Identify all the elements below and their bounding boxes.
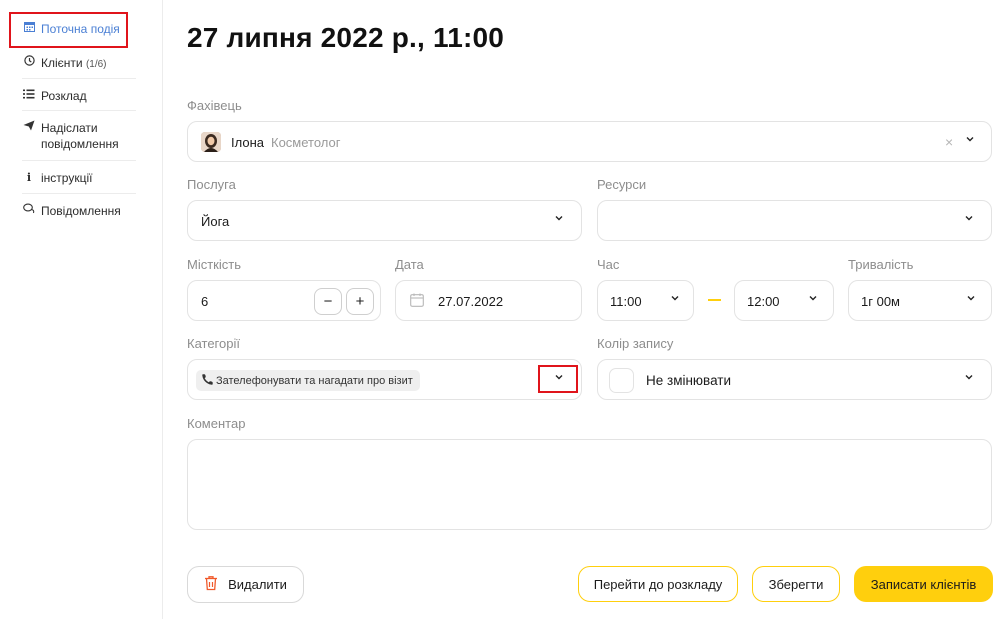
duration-select[interactable]: 1г 00м xyxy=(848,280,992,321)
go-to-schedule-button[interactable]: Перейти до розкладу xyxy=(578,566,738,602)
clients-count: (1/6) xyxy=(85,59,107,70)
sidebar-item-instructions[interactable]: i інструкції xyxy=(22,170,136,186)
capacity-value[interactable]: 6 xyxy=(201,294,208,309)
category-tag[interactable]: Зателефонувати та нагадати про візит xyxy=(196,370,420,391)
date-field[interactable]: 27.07.2022 xyxy=(395,280,582,321)
sidebar: Поточна подія Клієнти (1/6) Розклад Наді… xyxy=(0,0,163,619)
color-swatch xyxy=(609,368,634,393)
chevron-down-icon[interactable] xyxy=(554,213,564,223)
comment-textarea[interactable] xyxy=(187,439,992,530)
specialist-name: Ілона xyxy=(231,135,264,150)
date-label: Дата xyxy=(395,257,424,272)
sidebar-item-label: Клієнти (1/6) xyxy=(41,56,107,70)
sidebar-item-label: Розклад xyxy=(41,89,87,103)
chevron-down-icon[interactable] xyxy=(965,134,975,144)
divider xyxy=(22,78,136,79)
time-end-value: 12:00 xyxy=(747,294,780,309)
categories-select[interactable]: Зателефонувати та нагадати про візит xyxy=(187,359,582,400)
record-clients-label: Записати клієнтів xyxy=(870,576,977,592)
chevron-down-icon[interactable] xyxy=(670,293,680,303)
plus-button[interactable]: + xyxy=(346,288,374,315)
category-tag-label: Зателефонувати та нагадати про візит xyxy=(216,374,413,387)
divider xyxy=(22,160,136,161)
color-select[interactable]: Не змінювати xyxy=(597,359,992,400)
highlight-box xyxy=(538,365,578,393)
specialist-role: Косметолог xyxy=(271,135,341,150)
chevron-down-icon[interactable] xyxy=(964,372,974,382)
sidebar-item-label: інструкції xyxy=(41,171,93,185)
categories-label: Категорії xyxy=(187,336,240,351)
chevron-down-icon[interactable] xyxy=(966,293,976,303)
trash-icon xyxy=(204,575,218,594)
send-icon xyxy=(22,120,36,136)
highlight-box xyxy=(9,12,128,48)
specialist-label: Фахівець xyxy=(187,98,242,113)
time-range-dash xyxy=(708,299,721,301)
chevron-down-icon[interactable] xyxy=(808,293,818,303)
list-icon xyxy=(22,88,36,104)
date-value: 27.07.2022 xyxy=(438,294,504,309)
delete-label: Видалити xyxy=(228,577,287,592)
service-label: Послуга xyxy=(187,177,236,192)
sidebar-item-clients[interactable]: Клієнти (1/6) xyxy=(22,55,136,73)
record-clients-button[interactable]: Записати клієнтів xyxy=(854,566,993,602)
avatar xyxy=(201,132,221,152)
calendar-icon xyxy=(410,293,424,310)
resources-label: Ресурси xyxy=(597,177,647,192)
time-start-value: 11:00 xyxy=(610,294,642,309)
service-value: Йога xyxy=(201,214,230,229)
sidebar-item-label: Повідомлення xyxy=(41,204,121,218)
save-button[interactable]: Зберегти xyxy=(752,566,840,602)
color-value: Не змінювати xyxy=(646,373,732,388)
time-end-select[interactable]: 12:00 xyxy=(734,280,834,321)
divider xyxy=(22,193,136,194)
specialist-select[interactable]: Ілона Косметолог × xyxy=(187,121,992,162)
capacity-stepper: 6 − + xyxy=(187,280,381,321)
chat-icon xyxy=(22,203,36,219)
delete-button[interactable]: Видалити xyxy=(187,566,304,603)
time-start-select[interactable]: 11:00 xyxy=(597,280,694,321)
minus-button[interactable]: − xyxy=(314,288,342,315)
sidebar-item-label: Надіслати повідомлення xyxy=(41,121,119,151)
duration-value: 1г 00м xyxy=(861,294,900,309)
service-select[interactable]: Йога xyxy=(187,200,582,241)
save-label: Зберегти xyxy=(768,576,824,592)
duration-label: Тривалість xyxy=(848,257,914,272)
page-title: 27 липня 2022 р., 11:00 xyxy=(187,22,505,53)
chevron-down-icon[interactable] xyxy=(964,213,974,223)
divider xyxy=(22,110,136,111)
sidebar-item-schedule[interactable]: Розклад xyxy=(22,88,136,104)
phone-icon xyxy=(202,373,213,388)
time-label: Час xyxy=(597,257,620,272)
comment-label: Коментар xyxy=(187,416,246,431)
clear-icon[interactable]: × xyxy=(945,134,953,150)
clock-icon xyxy=(22,55,36,71)
resources-select[interactable] xyxy=(597,200,992,241)
comment-value xyxy=(188,440,214,464)
sidebar-item-send-message[interactable]: Надіслати повідомлення xyxy=(22,120,136,152)
info-icon: i xyxy=(26,171,32,184)
color-label: Колір запису xyxy=(597,336,674,351)
capacity-label: Місткість xyxy=(187,257,241,272)
sidebar-item-messages[interactable]: Повідомлення xyxy=(22,203,136,219)
go-to-schedule-label: Перейти до розкладу xyxy=(593,576,723,592)
